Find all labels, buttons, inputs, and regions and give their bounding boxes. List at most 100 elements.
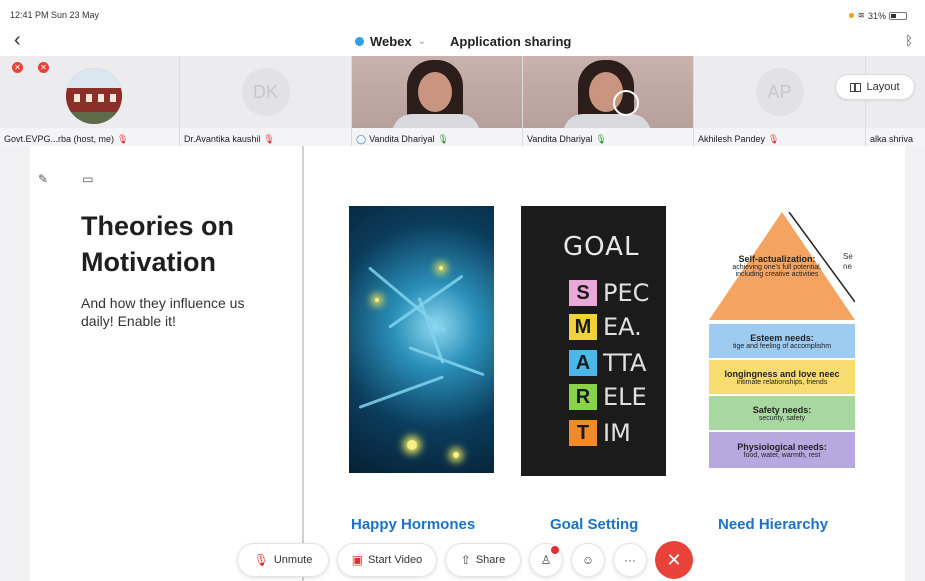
- neuron-image: [349, 206, 494, 473]
- participant-name: Vandita Dhariyal: [527, 134, 593, 144]
- layout-icon: [850, 82, 862, 92]
- goal-rest: ELE: [603, 383, 647, 411]
- goal-row: A TTA: [569, 348, 666, 378]
- close-icon[interactable]: ✕: [12, 62, 23, 73]
- avatar: AP: [755, 68, 804, 116]
- leave-meeting-button[interactable]: ✕: [655, 541, 693, 579]
- avatar: [66, 68, 122, 124]
- participant-video: [523, 56, 693, 134]
- emoji-icon: ☺: [581, 553, 595, 567]
- participant-strip: ✕ ✕ Govt.EVPG...rba (host, me) 🎙 DK Dr.A…: [0, 56, 925, 146]
- goal-letter: M: [569, 314, 597, 340]
- more-icon: ···: [624, 553, 636, 567]
- status-bar: 12:41 PM Sun 23 May ≋ 31%: [0, 0, 925, 26]
- participant-tile[interactable]: alka shriva: [866, 56, 925, 146]
- goal-rest: EA.: [603, 313, 642, 341]
- participant-name-bar: Vandita Dhariyal 🎙: [523, 128, 693, 146]
- participant-name: Vandita Dhariyal: [369, 134, 435, 144]
- participant-name-bar: ◯ Vandita Dhariyal 🎙: [352, 128, 522, 146]
- pyramid-level: Esteem needs: tige and feeling of accomp…: [709, 324, 855, 358]
- mic-muted-icon: 🎙: [117, 133, 129, 144]
- back-button[interactable]: ‹: [14, 30, 21, 50]
- close-icon: ✕: [666, 549, 682, 570]
- unmute-label: Unmute: [273, 554, 313, 566]
- mic-icon: 🎙: [437, 133, 449, 144]
- participant-tile-host[interactable]: ✕ ✕ Govt.EVPG...rba (host, me) 🎙: [0, 56, 180, 146]
- recording-dot-icon: [849, 13, 855, 18]
- meeting-controls: 🎙 Unmute ▣ Start Video ⇧ Share ♙ ☺ ··· ✕: [237, 541, 693, 579]
- participant-video: DK: [180, 56, 351, 128]
- mic-muted-icon: 🎙: [263, 133, 275, 144]
- avatar: DK: [241, 68, 290, 116]
- app-switcher[interactable]: Webex ⌄: [355, 34, 426, 49]
- participant-tile[interactable]: DK Dr.Avantika kaushil 🎙: [180, 56, 352, 146]
- participant-name-bar: Akhilesh Pandey 🎙: [694, 128, 865, 146]
- webex-logo-icon: [355, 37, 364, 46]
- goal-heading: GOAL: [563, 232, 640, 262]
- start-video-button[interactable]: ▣ Start Video: [337, 543, 437, 577]
- app-name: Webex: [370, 34, 412, 49]
- participant-video: ✕ ✕: [0, 56, 179, 128]
- goal-rest: IM: [603, 419, 631, 447]
- participant-tile[interactable]: AP Akhilesh Pandey 🎙: [694, 56, 866, 146]
- share-tools: ✎ ▭: [38, 172, 93, 186]
- participant-name-bar: Dr.Avantika kaushil 🎙: [180, 128, 351, 146]
- goal-rest: PEC: [603, 279, 650, 307]
- unmute-button[interactable]: 🎙 Unmute: [237, 543, 329, 577]
- goal-row: T IM: [569, 418, 666, 448]
- participant-name-bar: alka shriva: [866, 128, 925, 146]
- layout-label: Layout: [866, 81, 900, 93]
- goal-letter: S: [569, 280, 597, 306]
- goal-letter: R: [569, 384, 597, 410]
- mic-muted-icon: 🎙: [768, 133, 780, 144]
- battery-icon: [889, 11, 907, 20]
- video-off-icon: ▣: [351, 553, 364, 567]
- bluetooth-icon: ᛒ: [905, 33, 913, 48]
- mic-icon: 🎙: [595, 133, 607, 144]
- wifi-icon: ≋: [857, 10, 865, 20]
- participant-name: Dr.Avantika kaushil: [184, 134, 261, 144]
- slide-title: Theories on Motivation: [81, 211, 235, 277]
- participant-name-bar: Govt.EVPG...rba (host, me) 🎙: [0, 128, 179, 146]
- share-gutter-left: [0, 146, 30, 581]
- goal-row: M EA.: [569, 312, 666, 342]
- participants-button[interactable]: ♙: [529, 543, 563, 577]
- maslow-pyramid-image: Self-actualization: achieving one's full…: [709, 212, 855, 470]
- share-label: Share: [475, 554, 506, 566]
- pyramid-level: Safety needs: security, safety: [709, 396, 855, 430]
- participant-name: Govt.EVPG...rba (host, me): [4, 134, 115, 144]
- share-icon: ⇧: [460, 553, 471, 567]
- status-indicators: ≋ 31%: [849, 10, 907, 21]
- pyramid-level: Physiological needs: food, water, warmth…: [709, 432, 855, 468]
- slide-subtitle: And how they influence us daily! Enable …: [81, 295, 245, 329]
- mic-muted-icon: 🎙: [253, 553, 269, 567]
- notification-badge: [551, 546, 559, 554]
- participant-name: Akhilesh Pandey: [698, 134, 766, 144]
- battery-percent: 31%: [867, 10, 886, 21]
- reactions-button[interactable]: ☺: [571, 543, 605, 577]
- pyramid-side-text: Se ne: [843, 252, 853, 271]
- annotate-icon[interactable]: ✎: [38, 172, 48, 186]
- screen-share-icon[interactable]: ▭: [82, 172, 93, 186]
- caption-need-hierarchy: Need Hierarchy: [718, 516, 829, 533]
- goal-letter: A: [569, 350, 597, 376]
- participant-video: [352, 56, 522, 134]
- chevron-down-icon: ⌄: [417, 36, 427, 47]
- more-button[interactable]: ···: [613, 543, 647, 577]
- smart-goal-image: GOAL S PEC M EA. A TTA R ELE T IM: [521, 206, 666, 476]
- caption-happy-hormones: Happy Hormones: [351, 516, 476, 533]
- participant-tile[interactable]: Vandita Dhariyal 🎙: [523, 56, 694, 146]
- goal-row: S PEC: [569, 278, 666, 308]
- close-icon[interactable]: ✕: [38, 62, 49, 73]
- participant-name: alka shriva: [870, 134, 914, 144]
- share-gutter-right: [905, 146, 925, 581]
- goal-row: R ELE: [569, 382, 666, 412]
- pyramid-level: longingness and love neec intimate relat…: [709, 360, 855, 394]
- participant-tile-active[interactable]: ◯ Vandita Dhariyal 🎙: [352, 56, 523, 146]
- start-video-label: Start Video: [368, 554, 423, 566]
- active-speaker-icon: ◯: [356, 133, 367, 144]
- share-button[interactable]: ⇧ Share: [445, 543, 521, 577]
- layout-button[interactable]: Layout: [835, 74, 915, 100]
- pyramid-level: Self-actualization: achieving one's full…: [732, 254, 822, 278]
- top-bar: ‹ Webex ⌄ Application sharing ᛒ: [0, 26, 925, 56]
